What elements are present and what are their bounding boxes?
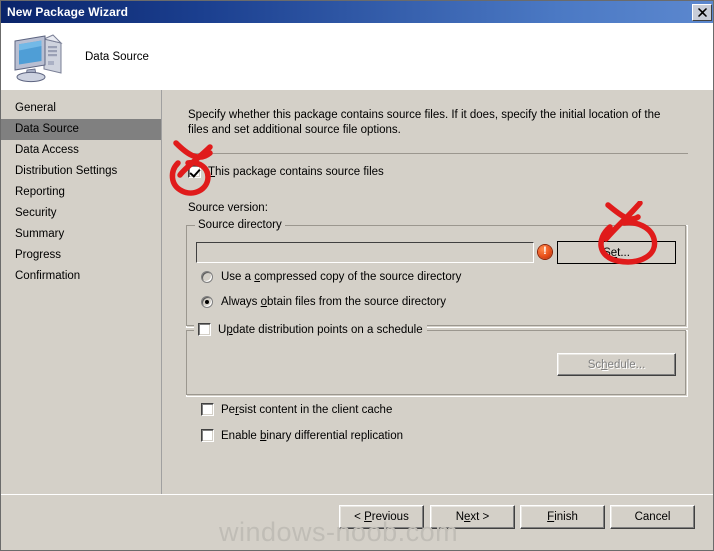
radio-always-obtain-files[interactable]: Always obtain files from the source dire… [201,296,446,308]
next-button-label: Next > [455,511,490,523]
radio-use-compressed-copy-label: Use a compressed copy of the source dire… [221,271,462,283]
sidebar-item-security[interactable]: Security [1,203,161,224]
sidebar-item-progress[interactable]: Progress [1,245,161,266]
page-title: Data Source [85,50,149,63]
radio-use-compressed-copy[interactable]: Use a compressed copy of the source dire… [201,271,461,283]
update-distribution-points-label: Update distribution points on a schedule [218,323,423,336]
error-exclamation-icon [538,244,552,259]
persist-content-label: Persist content in the client cache [221,403,393,416]
set-button[interactable]: Set... [557,241,676,264]
window-title: New Package Wizard [7,5,129,19]
radio-button-icon [201,271,213,283]
section-divider [186,153,688,154]
accel-char: T [208,165,216,178]
wizard-header: Data Source [1,23,713,90]
page-description: Specify whether this package contains so… [188,109,661,136]
sidebar-item-reporting[interactable]: Reporting [1,182,161,203]
schedule-button-label: Schedule... [587,358,646,371]
wizard-step-sidebar: General Data Source Data Access Distribu… [1,90,162,494]
footer-divider [1,494,713,495]
checkbox-box-icon [201,403,214,416]
wizard-footer: < Previous Next > Finish Cancel [1,494,713,550]
source-directory-input[interactable] [196,242,534,263]
computer-icon-glyph [14,33,63,82]
source-version-label: Source version: [188,202,268,214]
cancel-button-label: Cancel [634,511,671,523]
contains-source-files-checkbox[interactable]: This package contains source files [188,165,384,178]
close-glyph [697,7,707,17]
next-button[interactable]: Next > [430,505,515,529]
close-icon[interactable] [692,3,712,21]
binary-differential-replication-checkbox[interactable]: Enable binary differential replication [201,429,403,442]
title-bar: New Package Wizard [1,1,713,23]
persist-content-checkbox[interactable]: Persist content in the client cache [201,403,392,416]
sidebar-item-summary[interactable]: Summary [1,224,161,245]
cancel-button[interactable]: Cancel [610,505,695,529]
radio-button-icon [201,296,213,308]
contains-source-files-label: This package contains source files [208,165,384,178]
sidebar-item-confirmation[interactable]: Confirmation [1,266,161,287]
schedule-button[interactable]: Schedule... [557,353,676,376]
sidebar-item-data-source[interactable]: Data Source [1,119,161,140]
update-distribution-points-checkbox[interactable]: Update distribution points on a schedule [194,323,427,336]
sidebar-item-distribution-settings[interactable]: Distribution Settings [1,161,161,182]
new-package-wizard-window: New Package Wizard Data Source General D… [0,0,714,551]
computer-icon [11,31,67,83]
checkbox-box-icon [188,165,201,178]
set-button-label: Set... [603,246,630,259]
finish-button-label: Finish [547,511,578,523]
source-directory-legend: Source directory [195,219,285,231]
radio-always-obtain-files-label: Always obtain files from the source dire… [221,296,446,308]
sidebar-item-data-access[interactable]: Data Access [1,140,161,161]
previous-button-label: < Previous [354,511,409,523]
binary-differential-replication-label: Enable binary differential replication [221,429,404,442]
previous-button[interactable]: < Previous [339,505,424,529]
checkbox-box-icon [201,429,214,442]
wizard-content-pane: Specify whether this package contains so… [163,90,713,494]
checkbox-box-icon [198,323,211,336]
sidebar-item-general[interactable]: General [1,98,161,119]
finish-button[interactable]: Finish [520,505,605,529]
